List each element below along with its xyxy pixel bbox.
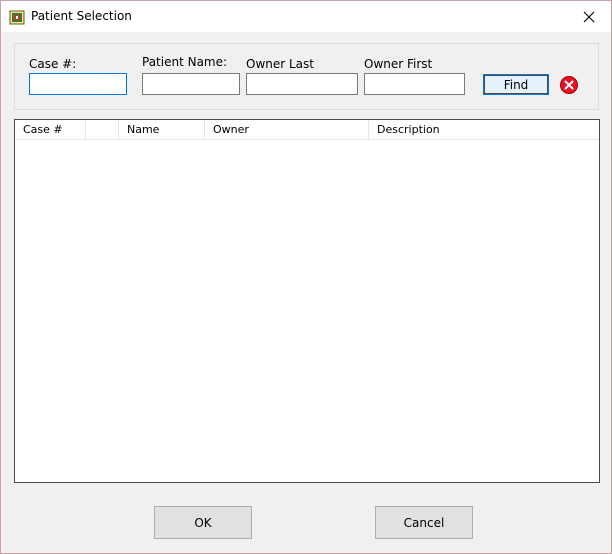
app-icon [9, 10, 25, 25]
patient-selection-window: Patient Selection Case #: Patient Name: … [0, 0, 612, 554]
ok-button[interactable]: OK [154, 506, 252, 539]
column-header-description[interactable]: Description [369, 120, 599, 140]
find-button[interactable]: Find [483, 74, 549, 95]
column-header-blank[interactable] [86, 120, 119, 140]
owner-last-label: Owner Last [246, 57, 314, 71]
cancel-button[interactable]: Cancel [375, 506, 473, 539]
list-header: Case # Name Owner Description [15, 120, 599, 140]
window-title: Patient Selection [31, 9, 132, 23]
owner-last-input[interactable] [246, 73, 358, 95]
column-header-case[interactable]: Case # [15, 120, 86, 140]
owner-first-label: Owner First [364, 57, 433, 71]
case-number-label: Case #: [29, 57, 77, 71]
case-number-input[interactable] [29, 73, 127, 95]
column-header-owner[interactable]: Owner [205, 120, 369, 140]
patient-name-input[interactable] [142, 73, 240, 95]
column-header-name[interactable]: Name [119, 120, 205, 140]
clear-icon[interactable] [560, 76, 578, 94]
owner-first-input[interactable] [364, 73, 465, 95]
close-button[interactable] [566, 1, 611, 32]
title-bar[interactable]: Patient Selection [1, 1, 611, 32]
patient-list[interactable]: Case # Name Owner Description [14, 119, 600, 483]
patient-name-label: Patient Name: [142, 55, 228, 69]
close-icon [583, 11, 594, 22]
